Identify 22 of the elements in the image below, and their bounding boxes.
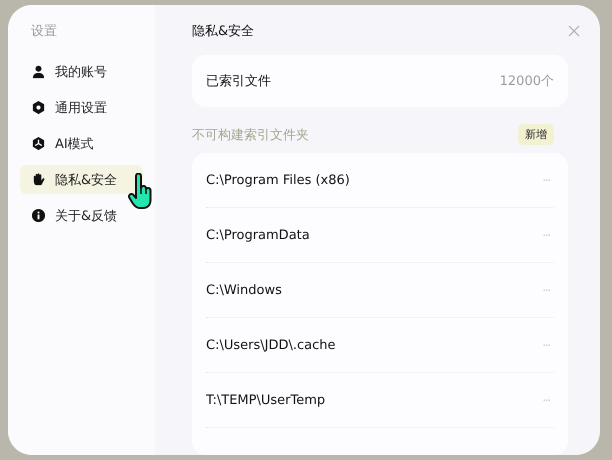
hand-icon <box>31 172 46 187</box>
sidebar-title: 设置 <box>30 23 58 40</box>
hexagon-icon <box>31 136 46 151</box>
sidebar-item[interactable]: 通用设置 <box>20 93 143 122</box>
indexed-files-count: 12000个 <box>500 73 554 90</box>
folder-path: C:\Users\JDD\.cache <box>206 338 336 352</box>
pointer-cursor-icon <box>128 173 154 209</box>
sidebar-item[interactable]: 我的账号 <box>20 57 143 86</box>
folder-path: C:\ProgramData <box>206 228 310 242</box>
page-title: 隐私&安全 <box>192 23 254 40</box>
folder-path: C:\Windows <box>206 282 282 298</box>
add-button[interactable]: 新增 <box>518 124 554 145</box>
section-title: 不可构建索引文件夹 <box>192 126 309 144</box>
close-icon[interactable] <box>568 25 580 37</box>
folder-path: C:\Program Files (x86) <box>206 172 350 188</box>
info-icon <box>31 208 46 223</box>
sidebar-item[interactable]: 关于&反馈 <box>20 201 143 230</box>
indexed-files-label: 已索引文件 <box>206 73 271 90</box>
person-icon <box>31 64 46 79</box>
sidebar-item[interactable]: AI模式 <box>20 129 143 158</box>
folder-path: T:\TEMP\UserTemp <box>206 392 326 408</box>
hexagon-icon <box>31 100 46 115</box>
